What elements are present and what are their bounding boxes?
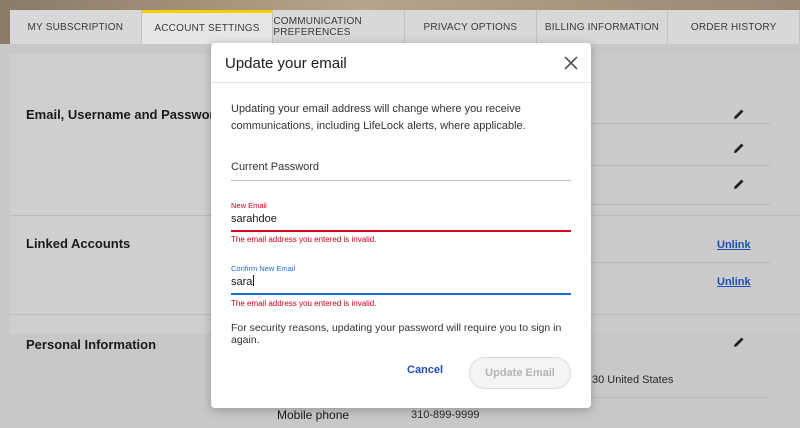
unlink-link[interactable]: Unlink bbox=[717, 276, 751, 288]
tab-bar: MY SUBSCRIPTION ACCOUNT SETTINGS COMMUNI… bbox=[10, 10, 800, 44]
current-password-field[interactable]: Current Password bbox=[231, 161, 571, 181]
security-note: For security reasons, updating your pass… bbox=[231, 322, 562, 346]
section-title-personal-information: Personal Information bbox=[26, 337, 157, 352]
cancel-button[interactable]: Cancel bbox=[407, 364, 443, 376]
modal-intro-text: Updating your email address will change … bbox=[231, 103, 526, 132]
edit-pencil-icon[interactable] bbox=[733, 178, 745, 190]
tab-communication-preferences[interactable]: COMMUNICATION PREFERENCES bbox=[273, 10, 406, 44]
input-underline-focus bbox=[231, 293, 571, 295]
update-email-modal: Update your email Updating your email ad… bbox=[211, 43, 591, 408]
unlink-link[interactable]: Unlink bbox=[717, 239, 751, 251]
close-icon[interactable] bbox=[563, 55, 579, 71]
new-email-label: New Email bbox=[231, 201, 267, 210]
tab-account-settings[interactable]: ACCOUNT SETTINGS bbox=[141, 10, 274, 44]
edit-pencil-icon[interactable] bbox=[733, 142, 745, 154]
new-email-value: sarahdoe bbox=[231, 213, 277, 225]
text-caret bbox=[253, 275, 255, 286]
tab-billing-information[interactable]: BILLING INFORMATION bbox=[536, 10, 669, 44]
confirm-email-label: Confirm New Email bbox=[231, 264, 296, 273]
edit-pencil-icon[interactable] bbox=[733, 108, 745, 120]
input-underline-error bbox=[231, 230, 571, 232]
confirm-email-field[interactable]: Confirm New Email sara bbox=[231, 264, 571, 295]
confirm-email-error-message: The email address you entered is invalid… bbox=[231, 299, 377, 308]
tab-privacy-options[interactable]: PRIVACY OPTIONS bbox=[405, 10, 537, 44]
section-title-email-username-password: Email, Username and Password bbox=[26, 107, 223, 122]
edit-pencil-icon[interactable] bbox=[733, 336, 745, 348]
new-email-field[interactable]: New Email sarahdoe bbox=[231, 201, 571, 232]
address-value: 30 United States bbox=[592, 374, 674, 386]
current-password-placeholder: Current Password bbox=[231, 161, 320, 173]
mobile-phone-label: Mobile phone bbox=[277, 408, 350, 422]
input-underline bbox=[231, 180, 571, 181]
confirm-email-value: sara bbox=[231, 276, 253, 288]
new-email-error-message: The email address you entered is invalid… bbox=[231, 235, 377, 244]
modal-title: Update your email bbox=[225, 55, 347, 72]
modal-header: Update your email bbox=[211, 43, 591, 83]
mobile-phone-value: 310-899-9999 bbox=[411, 409, 480, 421]
tab-my-subscription[interactable]: MY SUBSCRIPTION bbox=[10, 10, 142, 44]
section-title-linked-accounts: Linked Accounts bbox=[26, 236, 131, 251]
tab-order-history[interactable]: ORDER HISTORY bbox=[668, 10, 800, 44]
update-email-button[interactable]: Update Email bbox=[469, 357, 571, 389]
